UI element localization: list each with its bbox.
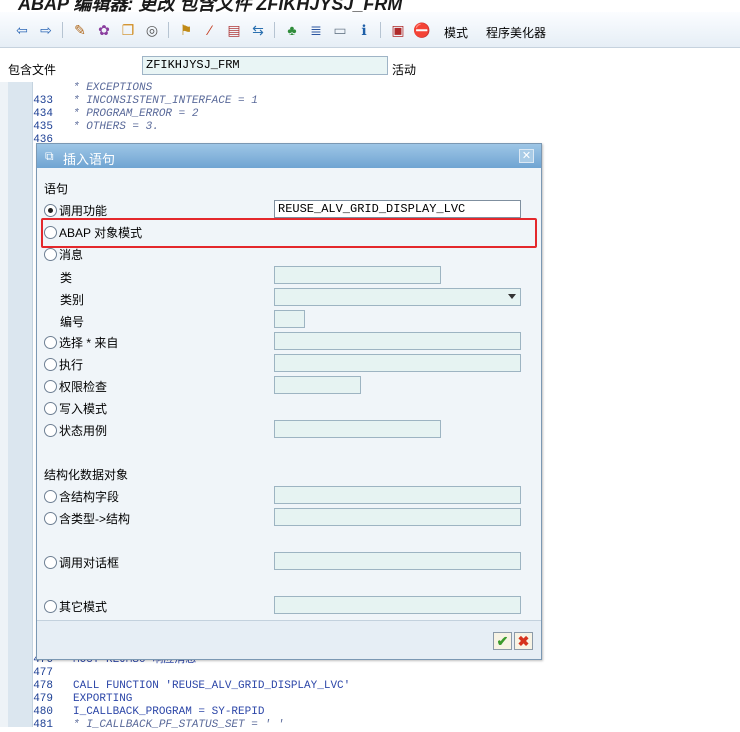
radio-message[interactable]: 消息 xyxy=(44,246,83,262)
message-type-dropdown[interactable] xyxy=(274,288,521,306)
cancel-button[interactable]: ✖ xyxy=(514,632,533,650)
insert-statement-dialog: ⧉ 插入语句 ✕ 语句 调用功能 REUSE_ALV_GRID_DISPLAY_… xyxy=(36,143,542,660)
select-from-input[interactable] xyxy=(274,332,521,350)
radio-label: 写入模式 xyxy=(59,401,108,416)
radio-structure-fields[interactable]: 含结构字段 xyxy=(44,488,119,504)
group-label-statement: 语句 xyxy=(44,182,69,196)
include-bar: 包含文件 ZFIKHJYSJ_FRM 活动 xyxy=(0,48,740,82)
window-title-bar: ABAP 编辑器: 更改 包含文件 ZFIKHJYSJ_FRM xyxy=(0,0,740,12)
pattern-icon[interactable]: ▣ xyxy=(388,21,408,39)
radio-icon[interactable] xyxy=(44,401,57,415)
include-label: 包含文件 xyxy=(8,63,57,77)
toolbar-separator xyxy=(380,22,381,38)
call-dialog-input[interactable] xyxy=(274,552,521,570)
radio-label: 选择 * 来自 xyxy=(59,335,119,350)
function-name-input[interactable]: REUSE_ALV_GRID_DISPLAY_LVC xyxy=(274,200,521,218)
toolbar-separator xyxy=(168,22,169,38)
radio-authority-check[interactable]: 权限检查 xyxy=(44,378,107,394)
authority-check-input[interactable] xyxy=(274,376,361,394)
display-change-icon[interactable]: ✎ xyxy=(70,21,90,39)
radio-label: 权限检查 xyxy=(59,379,108,394)
message-number-input[interactable] xyxy=(274,310,305,328)
radio-label: 含类型->结构 xyxy=(59,511,131,526)
case-status-input[interactable] xyxy=(274,420,441,438)
type-structure-input[interactable] xyxy=(274,508,521,526)
other-object-icon[interactable]: ❐ xyxy=(118,21,138,39)
help-icon[interactable]: ℹ xyxy=(354,21,374,39)
hierarchy-icon[interactable]: ♣ xyxy=(282,21,302,39)
radio-icon[interactable] xyxy=(44,357,57,371)
where-used-icon[interactable]: ⁄ xyxy=(200,21,220,39)
dialog-icon: ⧉ xyxy=(45,149,54,163)
object-list-icon[interactable]: ▤ xyxy=(224,21,244,39)
navigation-icon[interactable]: ⇆ xyxy=(248,21,268,39)
dialog-footer: ✔ ✖ xyxy=(37,620,541,659)
stop-icon[interactable]: ⛔ xyxy=(412,21,432,39)
radio-icon[interactable] xyxy=(44,335,57,349)
toolbar-separator xyxy=(274,22,275,38)
back-icon[interactable]: ⇦ xyxy=(12,21,32,39)
cancel-icon: ✖ xyxy=(517,632,530,649)
close-icon[interactable]: ✕ xyxy=(519,149,534,163)
radio-label: 调用功能 xyxy=(59,203,108,218)
radio-abap-object-pattern[interactable]: ABAP 对象模式 xyxy=(44,224,142,240)
radio-select-from[interactable]: 选择 * 来自 xyxy=(44,334,118,350)
radio-icon[interactable] xyxy=(44,379,57,393)
message-type-label: 类别 xyxy=(60,293,85,307)
radio-icon[interactable] xyxy=(44,203,57,217)
pretty-printer-button[interactable]: 程序美化器 xyxy=(486,24,546,41)
radio-label: ABAP 对象模式 xyxy=(59,225,143,240)
check-icon[interactable]: ◎ xyxy=(142,21,162,39)
radio-icon[interactable] xyxy=(44,225,57,239)
chevron-down-icon[interactable] xyxy=(508,294,516,299)
editor-gutter xyxy=(8,82,32,727)
radio-icon[interactable] xyxy=(44,511,57,525)
dialog-title: 插入语句 xyxy=(63,152,116,167)
radio-case-status[interactable]: 状态用例 xyxy=(44,422,107,438)
radio-write-pattern[interactable]: 写入模式 xyxy=(44,400,107,416)
dialog-body: 语句 调用功能 REUSE_ALV_GRID_DISPLAY_LVC ABAP … xyxy=(37,168,541,659)
radio-icon[interactable] xyxy=(44,555,57,569)
toolbar-separator xyxy=(62,22,63,38)
window-title: ABAP 编辑器: 更改 包含文件 ZFIKHJYSJ_FRM xyxy=(18,0,403,12)
activate-icon[interactable]: ⚑ xyxy=(176,21,196,39)
display-object-icon[interactable]: ≣ xyxy=(306,21,326,39)
radio-perform[interactable]: 执行 xyxy=(44,356,83,372)
radio-label: 含结构字段 xyxy=(59,489,120,504)
other-pattern-input[interactable] xyxy=(274,596,521,614)
status-text: 活动 xyxy=(392,63,417,77)
forward-icon[interactable]: ⇨ xyxy=(36,21,56,39)
radio-label: 状态用例 xyxy=(59,423,108,438)
frame-icon[interactable]: ▭ xyxy=(330,21,350,39)
structure-fields-input[interactable] xyxy=(274,486,521,504)
radio-icon[interactable] xyxy=(44,599,57,613)
include-name-field[interactable]: ZFIKHJYSJ_FRM xyxy=(142,56,388,75)
message-class-input[interactable] xyxy=(274,266,441,284)
message-class-label: 类 xyxy=(60,271,73,285)
radio-type-structure[interactable]: 含类型->结构 xyxy=(44,510,130,526)
radio-other-pattern[interactable]: 其它模式 xyxy=(44,598,107,614)
application-toolbar: ⇦ ⇨ ✎ ✿ ❐ ◎ ⚑ ⁄ ▤ ⇆ ♣ ≣ ▭ ℹ ▣ ⛔ 模式 程序美化器 xyxy=(0,12,740,48)
radio-label: 消息 xyxy=(59,247,84,262)
radio-label: 执行 xyxy=(59,357,84,372)
dialog-title-bar: ⧉ 插入语句 ✕ xyxy=(37,144,541,168)
radio-label: 其它模式 xyxy=(59,599,108,614)
radio-icon[interactable] xyxy=(44,247,57,261)
active-inactive-icon[interactable]: ✿ xyxy=(94,21,114,39)
radio-icon[interactable] xyxy=(44,423,57,437)
checkmark-icon: ✔ xyxy=(496,632,509,649)
radio-call-dialog[interactable]: 调用对话框 xyxy=(44,554,119,570)
pattern-button[interactable]: 模式 xyxy=(444,24,468,41)
radio-icon[interactable] xyxy=(44,489,57,503)
message-number-label: 编号 xyxy=(60,315,85,329)
group-label-structured-data: 结构化数据对象 xyxy=(44,468,129,482)
confirm-button[interactable]: ✔ xyxy=(493,632,512,650)
perform-input[interactable] xyxy=(274,354,521,372)
radio-label: 调用对话框 xyxy=(59,555,120,570)
radio-call-function[interactable]: 调用功能 xyxy=(44,202,107,218)
